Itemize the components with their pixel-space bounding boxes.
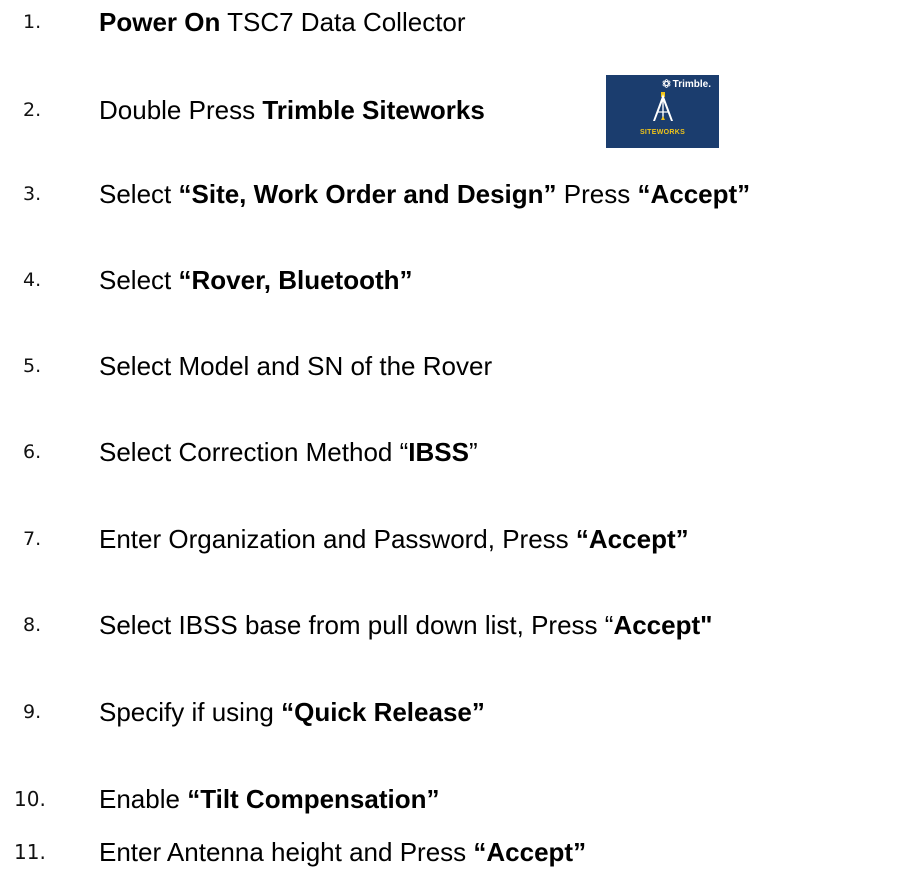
siteworks-label: SITEWORKS bbox=[639, 129, 686, 136]
step-text-bold: Accept" bbox=[613, 610, 713, 640]
instruction-step: 10. Enable “Tilt Compensation” bbox=[0, 779, 901, 819]
step-text-bold: “Site, Work Order and Design” bbox=[178, 179, 557, 209]
step-text: Enable “Tilt Compensation” bbox=[99, 779, 440, 819]
step-number: 7. bbox=[23, 528, 42, 550]
step-text-plain: Enter Organization and Password, Press bbox=[99, 524, 576, 554]
step-text-bold: IBSS bbox=[408, 437, 469, 467]
instruction-step: 9. Specify if using “Quick Release” bbox=[0, 692, 901, 732]
step-text-plain: Enable bbox=[99, 784, 188, 814]
step-number: 1. bbox=[23, 11, 42, 33]
step-number: 9. bbox=[23, 701, 42, 723]
step-number: 11. bbox=[14, 840, 46, 864]
step-text-bold: Power On bbox=[99, 7, 221, 37]
instruction-step: 8. Select IBSS base from pull down list, … bbox=[0, 605, 901, 645]
step-text-bold: Trimble Siteworks bbox=[262, 95, 485, 125]
step-number: 4. bbox=[23, 269, 42, 291]
instruction-step: 7. Enter Organization and Password, Press… bbox=[0, 519, 901, 559]
step-text-bold: “Accept” bbox=[473, 837, 587, 867]
instruction-step: 5. Select Model and SN of the Rover bbox=[0, 346, 901, 386]
trimble-brand-label: Trimble. bbox=[672, 79, 711, 90]
step-text-plain: Select IBSS base from pull down list, Pr… bbox=[99, 610, 614, 640]
step-text: Select Model and SN of the Rover bbox=[99, 346, 492, 386]
trimble-globe-icon bbox=[662, 79, 671, 88]
step-text: Select Correction Method “IBSS” bbox=[99, 432, 478, 472]
step-text: Enter Antenna height and Press “Accept” bbox=[99, 832, 586, 872]
step-text: Select “Rover, Bluetooth” bbox=[99, 260, 413, 300]
step-text-plain: Select Model and SN of the Rover bbox=[99, 351, 493, 381]
step-number: 5. bbox=[23, 355, 42, 377]
step-text-plain: ” bbox=[468, 437, 478, 467]
step-text: Select “Site, Work Order and Design” Pre… bbox=[99, 174, 750, 214]
step-text-plain: Double Press bbox=[99, 95, 263, 125]
step-text-bold: “Tilt Compensation” bbox=[187, 784, 440, 814]
trimble-siteworks-app-icon[interactable]: Trimble. SITEWORKS bbox=[606, 75, 719, 148]
step-number: 3. bbox=[23, 183, 42, 205]
step-text-bold: “Quick Release” bbox=[281, 697, 485, 727]
step-number: 8. bbox=[23, 614, 42, 636]
instruction-step: 6. Select Correction Method “IBSS” bbox=[0, 432, 901, 472]
trimble-brand: Trimble. bbox=[662, 79, 711, 90]
instruction-step: 1. Power On TSC7 Data Collector bbox=[0, 2, 901, 42]
instruction-step: 2. Double Press Trimble Siteworks bbox=[0, 90, 901, 130]
step-text-plain: Specify if using bbox=[99, 697, 282, 727]
step-text-bold: “Accept” bbox=[575, 524, 689, 554]
instruction-step: 11. Enter Antenna height and Press “Accep… bbox=[0, 832, 901, 872]
step-text-bold: “Rover, Bluetooth” bbox=[178, 265, 413, 295]
step-text: Specify if using “Quick Release” bbox=[99, 692, 485, 732]
step-text-plain: Select bbox=[99, 179, 179, 209]
instruction-step: 4. Select “Rover, Bluetooth” bbox=[0, 260, 901, 300]
step-text: Power On TSC7 Data Collector bbox=[99, 2, 466, 42]
step-number: 6. bbox=[23, 441, 42, 463]
step-text: Enter Organization and Password, Press “… bbox=[99, 519, 689, 559]
step-text: Double Press Trimble Siteworks bbox=[99, 90, 485, 130]
step-text-plain: Enter Antenna height and Press bbox=[99, 837, 474, 867]
tripod-icon bbox=[653, 92, 673, 121]
step-text-plain: Select bbox=[99, 265, 179, 295]
step-number: 10. bbox=[14, 787, 46, 811]
step-text: Select IBSS base from pull down list, Pr… bbox=[99, 605, 712, 645]
step-text-bold: “Accept” bbox=[637, 179, 751, 209]
step-text-plain: Press bbox=[556, 179, 638, 209]
step-text-plain: TSC7 Data Collector bbox=[220, 7, 466, 37]
step-text-plain: Select Correction Method “ bbox=[99, 437, 409, 467]
step-number: 2. bbox=[23, 99, 42, 121]
instruction-step: 3. Select “Site, Work Order and Design” P… bbox=[0, 174, 901, 214]
